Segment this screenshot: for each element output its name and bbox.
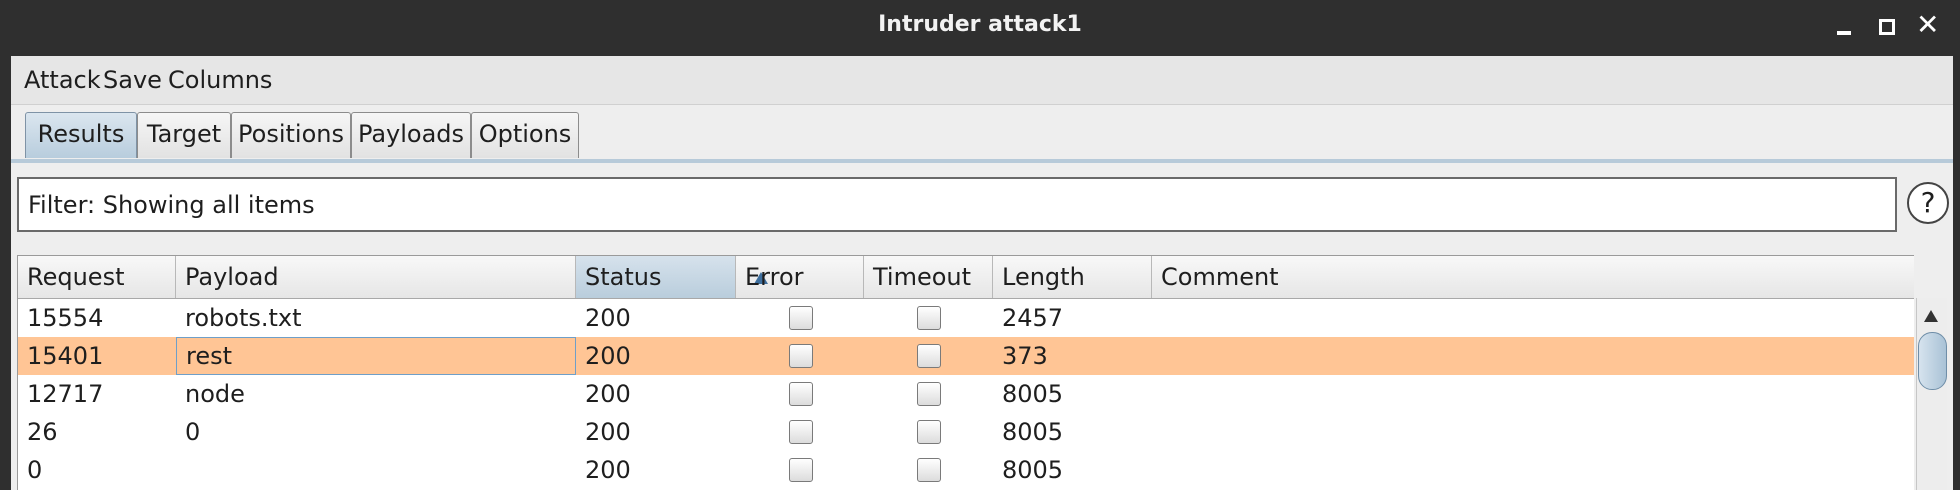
- error-checkbox[interactable]: [789, 458, 813, 482]
- tab-payloads[interactable]: Payloads: [351, 112, 471, 158]
- minimize-button[interactable]: [1829, 12, 1859, 42]
- cell-length: 2457: [1002, 304, 1064, 332]
- cell-payload: [176, 451, 576, 489]
- scrollbar-thumb[interactable]: [1918, 332, 1947, 390]
- column-header-length[interactable]: Length: [993, 256, 1152, 298]
- cell-comment: [1152, 337, 1914, 375]
- title-bar[interactable]: Intruder attack1 ✕: [0, 0, 1960, 56]
- timeout-checkbox[interactable]: [917, 306, 941, 330]
- filter-bar[interactable]: Filter: Showing all items: [17, 177, 1897, 232]
- error-checkbox[interactable]: [789, 344, 813, 368]
- cell-request: 15554: [27, 304, 104, 332]
- timeout-checkbox[interactable]: [917, 382, 941, 406]
- maximize-icon: [1879, 19, 1895, 35]
- cell-comment: [1152, 413, 1914, 451]
- cell-comment: [1152, 451, 1914, 489]
- cell-comment: [1152, 299, 1914, 337]
- question-icon: ?: [1920, 186, 1936, 219]
- cell-comment: [1152, 375, 1914, 413]
- error-checkbox[interactable]: [789, 420, 813, 444]
- column-header-timeout[interactable]: Timeout: [864, 256, 993, 298]
- column-header-error[interactable]: Error: [736, 256, 864, 298]
- timeout-checkbox[interactable]: [917, 344, 941, 368]
- window-frame-right: [1953, 56, 1960, 490]
- error-checkbox[interactable]: [789, 382, 813, 406]
- scroll-up-arrow-icon[interactable]: [1924, 310, 1938, 322]
- cell-status: 200: [585, 456, 631, 484]
- cell-length: 373: [1002, 342, 1048, 370]
- help-button[interactable]: ?: [1907, 182, 1949, 224]
- cell-length: 8005: [1002, 456, 1064, 484]
- cell-status: 200: [585, 342, 631, 370]
- error-checkbox[interactable]: [789, 306, 813, 330]
- cell-status: 200: [585, 304, 631, 332]
- close-icon: ✕: [1916, 8, 1940, 41]
- cell-request: 26: [27, 418, 58, 446]
- tab-options[interactable]: Options: [471, 112, 579, 158]
- cell-request: 0: [27, 456, 43, 484]
- tab-positions[interactable]: Positions: [231, 112, 351, 158]
- cell-payload: robots.txt: [185, 304, 302, 332]
- filter-text: Filter: Showing all items: [28, 191, 315, 219]
- maximize-button[interactable]: [1872, 12, 1902, 42]
- tab-results[interactable]: Results: [25, 112, 137, 158]
- window-title: Intruder attack1: [878, 12, 1082, 37]
- timeout-checkbox[interactable]: [917, 420, 941, 444]
- minimize-icon: [1837, 31, 1851, 35]
- intruder-window: Intruder attack1 ✕ Attack Save Columns R…: [0, 0, 1960, 490]
- menu-save[interactable]: Save: [103, 66, 162, 94]
- cell-status: 200: [585, 380, 631, 408]
- tab-target[interactable]: Target: [137, 112, 231, 158]
- menu-attack[interactable]: Attack: [24, 66, 101, 94]
- cell-payload: node: [185, 380, 245, 408]
- table-row[interactable]: 15554 robots.txt 200 2457: [18, 299, 1914, 337]
- close-button[interactable]: ✕: [1913, 8, 1943, 42]
- tab-strip: Results Target Positions Payloads Option…: [11, 105, 1953, 161]
- table-row[interactable]: 26 0 200 8005: [18, 413, 1914, 451]
- results-table: Request Payload Status Error Timeout Len…: [17, 255, 1914, 490]
- vertical-scrollbar[interactable]: [1916, 298, 1947, 490]
- cell-length: 8005: [1002, 380, 1064, 408]
- tab-divider: [11, 159, 1953, 163]
- cell-length: 8005: [1002, 418, 1064, 446]
- cell-status: 200: [585, 418, 631, 446]
- timeout-checkbox[interactable]: [917, 458, 941, 482]
- column-header-comment[interactable]: Comment: [1152, 256, 1914, 298]
- table-row-selected[interactable]: 15401 rest 200 373: [18, 337, 1914, 375]
- cell-request: 12717: [27, 380, 104, 408]
- window-frame-left: [0, 56, 11, 490]
- table-row[interactable]: 0 200 8005: [18, 451, 1914, 489]
- column-header-status-label: Status: [585, 263, 662, 291]
- table-header: Request Payload Status Error Timeout Len…: [18, 256, 1914, 299]
- cell-payload-focused: rest: [176, 337, 576, 375]
- menu-bar: Attack Save Columns: [11, 56, 1953, 105]
- menu-columns[interactable]: Columns: [168, 66, 272, 94]
- cell-request: 15401: [27, 342, 104, 370]
- column-header-request[interactable]: Request: [18, 256, 176, 298]
- cell-payload: 0: [185, 418, 201, 446]
- column-header-payload[interactable]: Payload: [176, 256, 576, 298]
- column-header-status[interactable]: Status: [576, 256, 768, 298]
- table-row[interactable]: 12717 node 200 8005: [18, 375, 1914, 413]
